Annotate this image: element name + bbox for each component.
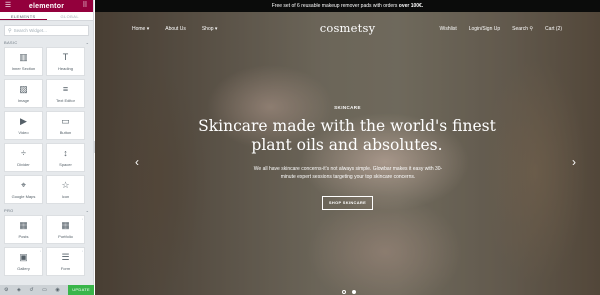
tab-global[interactable]: GLOBAL [47, 12, 94, 20]
shop-skincare-button[interactable]: SHOP SKINCARE [322, 196, 373, 210]
gallery-icon: ▣ [19, 252, 28, 262]
widget-heading[interactable]: T Heading [46, 47, 85, 76]
image-icon: ▨ [19, 84, 28, 94]
promo-text: Free set of 6 reusable makeup remover pa… [271, 3, 399, 9]
lock-icon: ▪ [39, 249, 41, 253]
lock-icon: ▪ [39, 217, 41, 221]
widget-spacer[interactable]: ↕ Spacer [46, 143, 85, 172]
slider-pagination [342, 290, 356, 294]
widget-divider[interactable]: ÷ Divider [4, 143, 43, 172]
form-icon: ☰ [61, 252, 70, 262]
widget-label: Icon [61, 194, 70, 199]
widget-form[interactable]: ▪ ☰ Form [46, 247, 85, 276]
divider-icon: ÷ [21, 148, 26, 158]
chevron-down-icon: ⌄ [85, 208, 89, 213]
widget-google-maps[interactable]: ⌖ Google Maps [4, 175, 43, 204]
widget-portfolio[interactable]: ▪ ▦ Portfolio [46, 215, 85, 244]
widget-label: Posts [18, 234, 29, 239]
slider-prev-arrow-icon[interactable]: ‹ [135, 156, 139, 168]
update-button[interactable]: UPDATE [68, 285, 94, 295]
category-label: PRO [4, 208, 14, 213]
widget-label: Google Maps [11, 194, 36, 199]
star-icon: ☆ [61, 180, 70, 190]
columns-icon: ▥ [19, 52, 28, 62]
widget-video[interactable]: ▶ Video [4, 111, 43, 140]
lock-icon: ▪ [81, 249, 83, 253]
chevron-down-icon: ⌄ [85, 40, 89, 45]
heading-icon: T [62, 52, 69, 62]
posts-icon: ▦ [19, 220, 28, 230]
widget-inner-section[interactable]: ▥ Inner Section [4, 47, 43, 76]
grid-icon[interactable]: ⠿ [81, 0, 89, 12]
widget-label: Image [17, 98, 30, 103]
widget-label: Divider [17, 162, 30, 167]
hero-title: Skincare made with the world's finest pl… [198, 117, 496, 154]
promo-bar: Free set of 6 reusable makeup remover pa… [95, 0, 600, 12]
widget-label: Button [59, 130, 72, 135]
hero-eyebrow: SKINCARE [334, 105, 361, 110]
responsive-icon[interactable]: ▭ [42, 287, 47, 293]
spacer-icon: ↕ [63, 148, 68, 158]
elementor-logo: elementor [28, 2, 65, 10]
widget-button[interactable]: ▭ Button [46, 111, 85, 140]
site-preview: Free set of 6 reusable makeup remover pa… [95, 0, 600, 295]
map-pin-icon: ⌖ [20, 180, 27, 190]
slider-dot[interactable] [342, 290, 346, 294]
settings-icon[interactable]: ⚙ [4, 287, 8, 293]
widget-label: Text Editor [56, 98, 75, 103]
slider-dot-active[interactable] [352, 290, 356, 294]
lock-icon: ▪ [81, 217, 83, 221]
slider-next-arrow-icon[interactable]: › [572, 156, 576, 168]
search-icon: ⚲ [8, 27, 12, 34]
panel-footer: ⚙ ◈ ↺ ▭ ◉ UPDATE [0, 285, 94, 295]
widget-text-editor[interactable]: ≡ Text Editor [46, 79, 85, 108]
menu-icon[interactable]: ☰ [4, 0, 12, 12]
portfolio-icon: ▦ [61, 220, 70, 230]
widget-icon[interactable]: ☆ Icon [46, 175, 85, 204]
category-header-basic[interactable]: BASIC ⌄ [0, 38, 93, 47]
widget-search: ⚲ [4, 25, 89, 36]
widget-label: Gallery [17, 266, 30, 271]
widget-label: Portfolio [58, 234, 73, 239]
hero-slide: SKINCARE Skincare made with the world's … [95, 12, 600, 295]
widget-grid-pro: ▪ ▦ Posts ▪ ▦ Portfolio ▪ ▣ Gallery ▪ ☰ … [0, 215, 93, 276]
widget-grid-basic: ▥ Inner Section T Heading ▨ Image ≡ Text… [0, 47, 93, 204]
widget-gallery[interactable]: ▪ ▣ Gallery [4, 247, 43, 276]
button-icon: ▭ [61, 116, 70, 126]
widget-label: Inner Section [11, 66, 36, 71]
tab-elements[interactable]: ELEMENTS [0, 12, 47, 20]
hero-subtitle: We all have skincare concerns-it's not a… [253, 166, 443, 180]
panel-tabs: ELEMENTS GLOBAL [0, 12, 93, 21]
widget-label: Heading [58, 66, 73, 71]
category-header-pro[interactable]: PRO ⌄ [0, 206, 93, 215]
widget-image[interactable]: ▨ Image [4, 79, 43, 108]
promo-highlight: over 100€. [398, 3, 424, 9]
text-editor-icon: ≡ [62, 84, 69, 94]
panel-header: ☰ elementor ⠿ [0, 0, 93, 12]
layers-icon[interactable]: ◈ [17, 287, 21, 293]
history-icon[interactable]: ↺ [29, 287, 33, 293]
widget-posts[interactable]: ▪ ▦ Posts [4, 215, 43, 244]
video-icon: ▶ [20, 116, 27, 126]
widget-search-input[interactable] [13, 28, 84, 33]
widget-label: Spacer [59, 162, 72, 167]
widget-label: Form [60, 266, 71, 271]
category-label: BASIC [4, 40, 18, 45]
preview-icon[interactable]: ◉ [55, 287, 59, 293]
elementor-panel: ☰ elementor ⠿ ELEMENTS GLOBAL ⚲ BASIC ⌄ … [0, 0, 94, 295]
widget-label: Video [18, 130, 29, 135]
